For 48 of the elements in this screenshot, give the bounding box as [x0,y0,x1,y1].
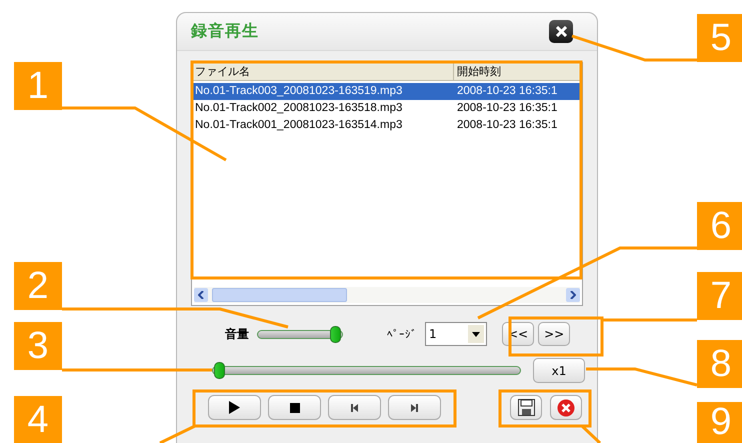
start-time: 2008-10-23 16:35:1 [456,118,558,133]
callout-number: 5 [697,14,742,62]
start-time: 2008-10-23 16:35:1 [456,101,558,116]
leader-line [580,424,602,443]
save-button[interactable] [510,395,542,420]
callout-number: 3 [14,322,62,370]
window-title: 録音再生 [191,21,259,42]
file-row[interactable]: No.01-Track001_20081023-163514.mp3 2008-10-23 16:35:1 [192,117,582,134]
close-icon [556,26,566,37]
skip-back-icon [351,404,358,412]
callout-number: 1 [14,62,62,110]
close-button[interactable] [549,20,573,43]
file-name: No.01-Track002_20081023-163518.mp3 [194,101,404,116]
play-button[interactable] [208,395,261,420]
next-button[interactable] [388,395,441,420]
skip-forward-icon [411,404,418,412]
play-icon [229,401,240,414]
cancel-button[interactable] [550,395,582,420]
callout-number: 6 [697,202,742,250]
stop-icon [290,402,300,412]
callout-number: 8 [697,340,742,388]
close-icon [557,398,575,416]
callout-number: 4 [14,396,62,443]
scroll-left-icon [198,291,204,299]
callout-number: 9 [697,402,742,443]
column-header[interactable]: 開始時刻 [454,63,582,80]
callout-number: 7 [697,272,742,320]
page-label: ﾍﾟｰｼﾞ [387,328,417,340]
previous-button[interactable] [328,395,381,420]
start-time: 2008-10-23 16:35:1 [456,84,558,99]
dropdown-arrow-icon [472,332,480,336]
stop-button[interactable] [268,395,321,420]
column-header[interactable]: ファイル名 [192,63,454,80]
horizontal-scrollbar[interactable] [194,287,580,303]
volume-label: 音量 [225,326,249,342]
scroll-right-icon [570,291,576,299]
slider-thumb[interactable] [214,362,225,379]
page-dropdown[interactable]: 1 [425,322,487,346]
speed-button[interactable]: x1 [533,358,585,383]
file-name: No.01-Track003_20081023-163519.mp3 [194,84,404,99]
file-row[interactable]: No.01-Track003_20081023-163519.mp3 2008-10-23 16:35:1 [192,83,582,100]
next-page-button[interactable]: >> [538,322,570,346]
file-row[interactable]: No.01-Track002_20081023-163518.mp3 2008-10-23 16:35:1 [192,100,582,117]
leader-line [159,424,196,443]
scroll-thumb[interactable] [212,288,347,302]
callout-number: 2 [14,262,62,310]
file-name: No.01-Track001_20081023-163514.mp3 [194,118,404,133]
slider-thumb[interactable] [330,326,342,342]
